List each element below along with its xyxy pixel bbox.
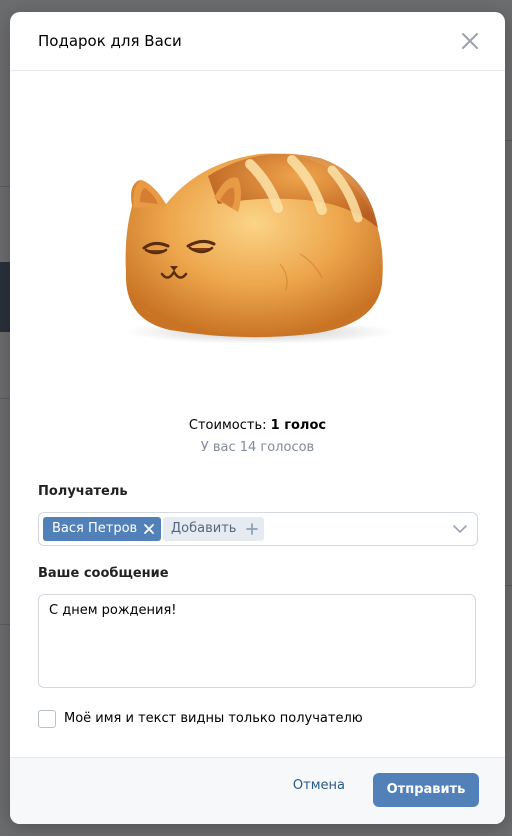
- gift-cost: Стоимость: 1 голос: [10, 418, 505, 433]
- modal-footer: Отмена Отправить: [10, 757, 505, 824]
- modal-title: Подарок для Васи: [38, 32, 182, 50]
- recipient-field[interactable]: Вася Петров Добавить: [38, 512, 478, 546]
- add-recipient-button[interactable]: Добавить: [163, 517, 265, 541]
- privacy-checkbox[interactable]: [38, 710, 56, 728]
- plus-icon: [246, 523, 259, 535]
- close-icon[interactable]: [459, 30, 481, 52]
- modal-header: Подарок для Васи: [10, 12, 505, 71]
- gift-modal: Подарок для Васи Стоимость: 1 голос У ва…: [10, 12, 505, 824]
- cancel-button[interactable]: Отмена: [293, 778, 345, 793]
- send-button[interactable]: Отправить: [373, 773, 479, 807]
- privacy-label: Моё имя и текст видны только получателю: [64, 711, 363, 726]
- votes-balance: У вас 14 голосов: [200, 440, 315, 455]
- chevron-down-icon[interactable]: [453, 525, 467, 534]
- recipient-label: Получатель: [38, 484, 128, 499]
- cost-label: Стоимость:: [188, 418, 271, 433]
- message-textarea[interactable]: С днем рождения!: [38, 594, 476, 688]
- add-recipient-label: Добавить: [171, 521, 237, 536]
- message-label: Ваше сообщение: [38, 566, 169, 581]
- recipient-token-label: Вася Петров: [52, 521, 138, 536]
- bread-cat-gift-image: [125, 153, 395, 344]
- cost-value: 1 голос: [270, 418, 327, 433]
- remove-recipient-icon[interactable]: [143, 523, 155, 535]
- recipient-token: Вася Петров: [43, 517, 162, 541]
